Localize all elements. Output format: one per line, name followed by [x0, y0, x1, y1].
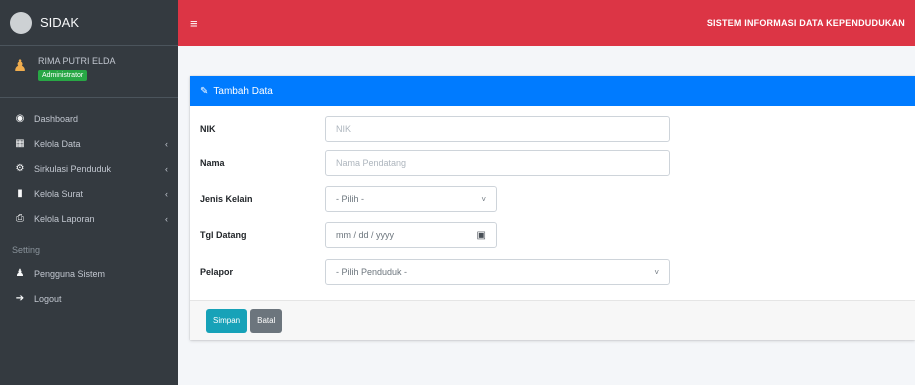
- pelapor-value: - Pilih Penduduk -: [336, 267, 408, 277]
- form-row-pelapor: Pelapor - Pilih Penduduk - ˅: [200, 259, 670, 285]
- form-card: ✎ Tambah Data NIK Nama Jenis Kelain - Pi…: [190, 76, 915, 340]
- form-row-nama: Nama: [200, 150, 670, 176]
- nik-input[interactable]: [325, 116, 670, 142]
- tgl-datang-label: Tgl Datang: [200, 230, 247, 240]
- cancel-button[interactable]: Batal: [250, 308, 283, 333]
- chevron-down-icon: ˅: [481, 194, 486, 204]
- sidebar: SIDAK ♟ RIMA PUTRI ELDA Administrator ◉ …: [0, 0, 178, 385]
- sidebar-item-pengguna-sistem[interactable]: ♟ Pengguna Sistem: [0, 261, 178, 286]
- save-button[interactable]: Simpan: [206, 308, 248, 333]
- form-row-jenis-kelamin: Jenis Kelain - Pilih - ˅: [200, 186, 497, 212]
- pelapor-select[interactable]: - Pilih Penduduk - ˅: [325, 259, 670, 285]
- content-footer-area: [178, 352, 915, 385]
- brand-name: SIDAK: [40, 15, 80, 30]
- sidebar-item-dashboard[interactable]: ◉ Dashboard: [0, 106, 178, 131]
- logout-icon: ➔: [15, 293, 25, 304]
- sidebar-nav: ◉ Dashboard ▦ Kelola Data ‹ ⚙ Sirkulasi …: [0, 98, 178, 311]
- form-row-tgl-datang: Tgl Datang mm / dd / yyyy ▣: [200, 222, 497, 248]
- sidebar-item-sirkulasi-penduduk[interactable]: ⚙ Sirkulasi Penduduk ‹: [0, 156, 178, 181]
- file-icon: ▮: [17, 188, 23, 199]
- sidebar-item-label: Sirkulasi Penduduk: [34, 163, 112, 174]
- sidebar-item-kelola-data[interactable]: ▦ Kelola Data ‹: [0, 131, 178, 156]
- calendar-icon[interactable]: ▣: [477, 230, 486, 241]
- nama-input[interactable]: [325, 150, 670, 176]
- edit-icon: ✎: [200, 85, 209, 97]
- sidebar-item-label: Dashboard: [34, 113, 79, 124]
- nama-label: Nama: [200, 158, 225, 168]
- sidebar-item-label: Kelola Laporan: [34, 213, 95, 224]
- jenis-kelamin-label: Jenis Kelain: [200, 194, 253, 204]
- form-row-nik: NIK: [200, 116, 670, 142]
- sidebar-section-header: Setting: [12, 245, 41, 255]
- dashboard-icon: ◉: [15, 113, 25, 124]
- user-panel: ♟ RIMA PUTRI ELDA Administrator: [0, 46, 178, 98]
- chevron-down-icon: ˅: [654, 267, 659, 277]
- table-icon: ▦: [15, 138, 25, 149]
- brand[interactable]: SIDAK: [0, 0, 178, 46]
- pelapor-label: Pelapor: [200, 267, 234, 277]
- chevron-left-icon: ‹: [165, 163, 168, 174]
- menu-toggle-icon[interactable]: ≡: [190, 16, 198, 31]
- sidebar-item-label: Kelola Data: [34, 138, 81, 149]
- sidebar-item-kelola-laporan[interactable]: ⎙ Kelola Laporan ‹: [0, 206, 178, 231]
- sidebar-item-label: Logout: [34, 293, 62, 304]
- sidebar-item-label: Kelola Surat: [34, 188, 84, 199]
- nik-label: NIK: [200, 124, 216, 134]
- jenis-kelamin-select[interactable]: - Pilih - ˅: [325, 186, 497, 212]
- user-avatar-icon: ♟: [12, 58, 28, 75]
- sidebar-item-logout[interactable]: ➔ Logout: [0, 286, 178, 311]
- sidebar-item-kelola-surat[interactable]: ▮ Kelola Surat ‹: [0, 181, 178, 206]
- cogs-icon: ⚙: [15, 163, 25, 174]
- user-icon: ♟: [15, 268, 25, 279]
- brand-logo-icon: [10, 11, 32, 34]
- form-title: Tambah Data: [213, 85, 273, 97]
- user-name: RIMA PUTRI ELDA: [38, 56, 116, 66]
- chevron-left-icon: ‹: [165, 188, 168, 199]
- topbar-title: SISTEM INFORMASI DATA KEPENDUDUKAN: [706, 18, 905, 28]
- sidebar-item-label: Pengguna Sistem: [34, 268, 106, 279]
- chevron-left-icon: ‹: [165, 138, 168, 149]
- form-footer: Simpan Batal: [190, 300, 915, 340]
- user-role-badge: Administrator: [38, 70, 88, 81]
- tgl-datang-input[interactable]: mm / dd / yyyy ▣: [325, 222, 497, 248]
- topbar: ≡ SISTEM INFORMASI DATA KEPENDUDUKAN: [178, 0, 915, 46]
- form-card-header: ✎ Tambah Data: [190, 76, 915, 106]
- jenis-kelamin-value: - Pilih -: [336, 194, 365, 204]
- print-icon: ⎙: [16, 213, 24, 224]
- chevron-left-icon: ‹: [165, 213, 168, 224]
- tgl-datang-value: mm / dd / yyyy: [336, 230, 395, 240]
